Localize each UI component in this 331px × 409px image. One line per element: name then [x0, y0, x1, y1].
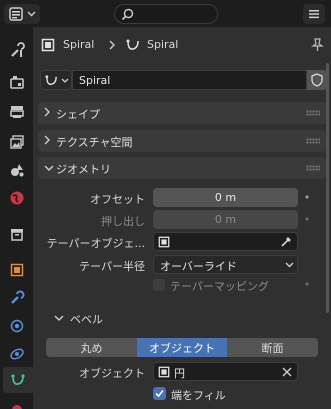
chevron-down-icon [44, 165, 54, 171]
fake-user-button[interactable] [307, 70, 327, 90]
breadcrumb-data: Spiral [147, 38, 179, 51]
tab-physics[interactable] [3, 341, 31, 367]
fill-caps-checkbox[interactable] [153, 387, 166, 400]
extrude-field[interactable]: 0 m [153, 210, 298, 229]
material-icon [12, 405, 22, 409]
tab-collection[interactable] [3, 221, 31, 247]
search-input[interactable] [114, 4, 218, 24]
search-icon [121, 8, 134, 21]
tab-world[interactable] [3, 185, 31, 211]
drag-grip-icon[interactable] [306, 138, 320, 144]
close-icon[interactable] [282, 367, 292, 377]
chevron-right-icon [44, 107, 50, 117]
panel-texture-space-title: テクスチャ空間 [56, 136, 133, 149]
object-icon [41, 38, 55, 52]
bevel-mode-object-label: オブジェクト [149, 341, 215, 355]
tab-tool[interactable] [3, 37, 31, 63]
properties-main: Spiral Spiral Spiral シェイプ テクスチャ空間 ジオメトリ … [33, 27, 331, 409]
curve-data-icon [45, 75, 57, 85]
bevel-object-value: 円 [174, 367, 185, 380]
chevron-down-icon [285, 262, 294, 268]
object-square-icon [10, 263, 24, 277]
bevel-mode-object[interactable]: オブジェクト [137, 338, 227, 357]
tab-object[interactable] [3, 257, 31, 283]
tab-particles[interactable] [3, 313, 31, 339]
tab-material[interactable] [3, 395, 31, 409]
panel-geometry-title: ジオメトリ [56, 163, 111, 176]
subpanel-bevel-header[interactable]: ベベル [48, 307, 326, 329]
taper-radius-label: テーパー半径 [79, 260, 145, 273]
render-camera-icon [10, 76, 24, 89]
drag-grip-icon[interactable] [306, 165, 320, 171]
chevron-down-icon [27, 11, 36, 17]
wrench-screwdriver-icon [11, 42, 25, 57]
datablock-browse-button[interactable] [40, 70, 72, 90]
checkmark-icon [155, 389, 164, 398]
image-stack-icon [10, 135, 24, 149]
bevel-mode-round[interactable]: 丸め [46, 338, 137, 357]
tab-modifiers[interactable] [3, 285, 31, 311]
chevron-right-icon [109, 40, 115, 50]
drag-grip-icon[interactable] [306, 110, 320, 116]
particles-icon [10, 319, 24, 333]
menu-icon [309, 10, 319, 19]
printer-icon [10, 106, 24, 118]
animate-dot-icon[interactable] [302, 192, 312, 202]
object-icon [158, 236, 170, 248]
animate-dot-icon[interactable] [302, 279, 312, 289]
chevron-down-icon [54, 315, 64, 321]
datablock-name-text: Spiral [79, 74, 111, 87]
subpanel-bevel-title: ベベル [70, 313, 103, 326]
bevel-object-label: オブジェクト [79, 367, 145, 380]
bevel-object-field[interactable]: 円 [153, 362, 298, 381]
taper-radius-dropdown[interactable]: オーバーライド [153, 255, 298, 274]
extrude-label: 押し出し [101, 215, 145, 228]
taper-object-field[interactable] [153, 232, 298, 251]
panel-texture-space-header[interactable]: テクスチャ空間 [38, 130, 326, 152]
tab-output[interactable] [3, 99, 31, 125]
datablock-name-field[interactable]: Spiral [72, 70, 307, 90]
physics-orbit-icon [10, 348, 24, 360]
panel-shape-title: シェイプ [56, 108, 100, 121]
tab-render[interactable] [3, 69, 31, 95]
bevel-mode-profile[interactable]: 断面 [227, 338, 318, 357]
bevel-mode-round-label: 丸め [80, 341, 103, 355]
taper-object-label: テーパーオブジェ... [46, 237, 145, 250]
tab-curve-data[interactable] [3, 367, 33, 393]
chevron-down-icon [61, 78, 69, 83]
animate-dot-icon[interactable] [302, 214, 312, 224]
wrench-icon [11, 290, 25, 304]
shield-icon [311, 73, 323, 87]
curve-icon [126, 39, 139, 50]
collection-box-icon [11, 229, 23, 241]
offset-field[interactable]: 0 m [153, 188, 298, 207]
editor-type-button[interactable] [4, 4, 40, 24]
tab-view-layer[interactable] [3, 129, 31, 155]
panel-geometry-header[interactable]: ジオメトリ [38, 157, 326, 179]
properties-header [0, 0, 331, 27]
object-icon [158, 366, 170, 378]
eyedropper-icon[interactable] [280, 235, 293, 248]
taper-mapping-label: テーパーマッピング [170, 280, 269, 293]
bevel-mode-profile-label: 断面 [261, 341, 284, 355]
panel-shape-header[interactable]: シェイプ [38, 102, 326, 124]
offset-label: オフセット [90, 193, 145, 206]
breadcrumb-object: Spiral [63, 38, 95, 51]
pin-icon[interactable] [311, 37, 324, 52]
properties-tab-bar [0, 27, 33, 409]
chevron-right-icon [44, 135, 50, 145]
fill-caps-label: 端をフィル [171, 389, 226, 402]
scrollbar[interactable] [326, 63, 329, 313]
world-globe-icon [10, 191, 24, 205]
taper-mapping-checkbox[interactable] [153, 279, 165, 291]
breadcrumb: Spiral Spiral [33, 27, 331, 63]
taper-radius-value: オーバーライド [160, 260, 237, 273]
scene-icon [11, 164, 24, 177]
options-button[interactable] [303, 4, 325, 24]
curve-data-icon [11, 374, 25, 385]
tab-scene[interactable] [3, 157, 31, 183]
properties-editor-icon [9, 7, 23, 21]
